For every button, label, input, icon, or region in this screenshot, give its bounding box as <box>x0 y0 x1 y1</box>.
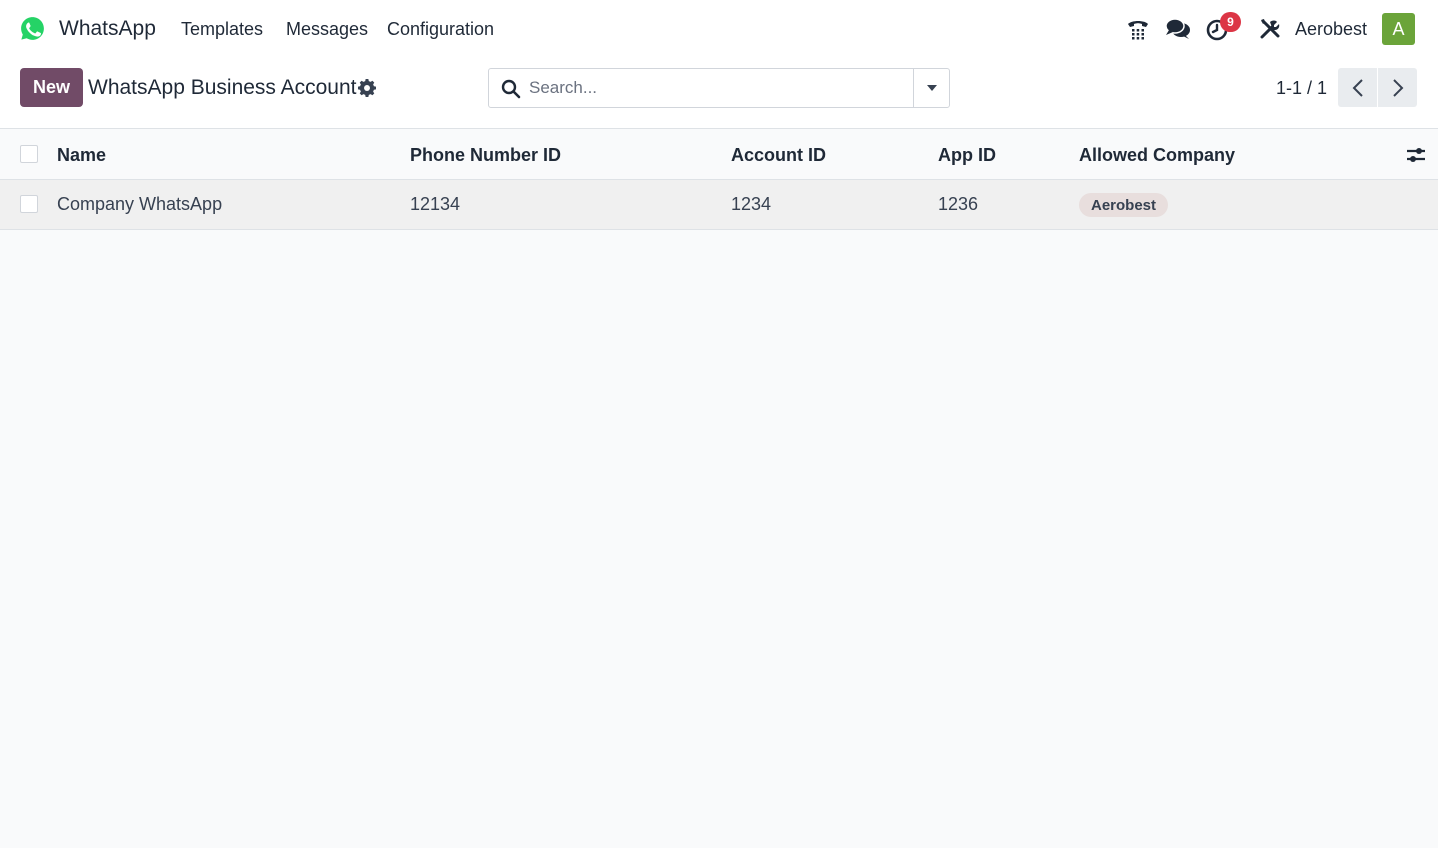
pager-value[interactable]: 1-1 / 1 <box>1276 78 1327 99</box>
optional-columns-icon[interactable] <box>1405 145 1427 165</box>
column-header-account-id[interactable]: Account ID <box>731 145 826 166</box>
chevron-left-icon <box>1352 78 1363 97</box>
cell-phone-number-id: 12134 <box>410 194 461 214</box>
select-all-checkbox[interactable] <box>20 145 38 163</box>
search-options-toggle[interactable] <box>913 69 949 107</box>
search-box <box>488 68 950 108</box>
app-name[interactable]: WhatsApp <box>59 17 156 41</box>
column-header-name[interactable]: Name <box>57 145 106 166</box>
menu-templates[interactable]: Templates <box>181 19 263 40</box>
search-input[interactable] <box>529 75 909 101</box>
pager-next-button[interactable] <box>1378 68 1417 107</box>
chevron-right-icon <box>1392 78 1403 97</box>
pager-previous-button[interactable] <box>1338 68 1377 107</box>
phone-icon[interactable] <box>1125 15 1151 43</box>
table-header: Name Phone Number ID Account ID App ID A… <box>0 128 1438 180</box>
column-header-allowed-company[interactable]: Allowed Company <box>1079 145 1235 166</box>
company-tag: Aerobest <box>1079 193 1169 217</box>
user-avatar[interactable]: A <box>1382 13 1415 45</box>
chat-icon-glyph <box>1165 18 1190 39</box>
phone-icon-glyph <box>1128 21 1148 40</box>
table-row[interactable]: Company WhatsApp 12134 1234 1236 Aerobes… <box>0 180 1438 230</box>
chat-icon[interactable] <box>1165 15 1191 43</box>
search-icon <box>501 79 521 99</box>
caret-down-icon <box>926 85 937 91</box>
top-navbar: WhatsApp Templates Messages Configuratio… <box>0 0 1438 58</box>
menu-messages[interactable]: Messages <box>286 19 368 40</box>
whatsapp-logo-icon[interactable] <box>19 15 46 42</box>
row-checkbox[interactable] <box>20 195 38 213</box>
page-title: WhatsApp Business Account <box>88 76 357 99</box>
control-panel: New WhatsApp Business Account 1-1 / 1 <box>0 58 1438 128</box>
list-table: Name Phone Number ID Account ID App ID A… <box>0 128 1438 230</box>
new-button[interactable]: New <box>20 68 83 107</box>
cell-account-id: 1234 <box>731 194 772 214</box>
column-header-phone-number-id[interactable]: Phone Number ID <box>410 145 561 166</box>
company-switcher[interactable]: Aerobest <box>1295 19 1367 40</box>
tools-icon-glyph <box>1260 19 1280 39</box>
activity-count-badge: 9 <box>1220 12 1241 32</box>
cell-name: Company WhatsApp <box>57 194 223 214</box>
menu-configuration[interactable]: Configuration <box>387 19 494 40</box>
tools-icon[interactable] <box>1257 15 1283 43</box>
gear-icon[interactable] <box>358 79 376 97</box>
cell-app-id: 1236 <box>938 194 979 214</box>
column-header-app-id[interactable]: App ID <box>938 145 996 166</box>
